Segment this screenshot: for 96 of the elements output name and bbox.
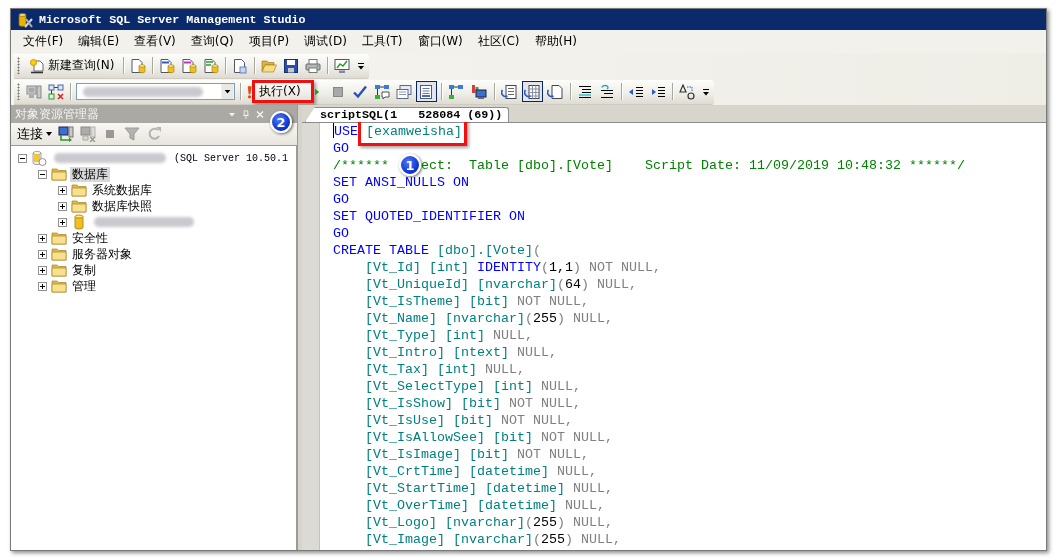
new-query-button[interactable]: 新建查询(N) [26, 57, 118, 74]
menu-item[interactable]: 工具(T) [354, 31, 410, 52]
code-line: [Vt_CrtTime] [datetime] NULL, [365, 464, 597, 479]
expand-icon[interactable] [58, 185, 67, 195]
text-cursor [333, 123, 334, 138]
connection-error-icon[interactable] [48, 83, 64, 100]
comment-lines-icon[interactable] [576, 83, 593, 100]
code-line: [Vt_UniqueId] [nvarchar](64) NULL, [365, 277, 637, 292]
code-line: CREATE TABLE [dbo].[Vote]( [333, 243, 541, 258]
shapes-arrow-icon[interactable] [678, 83, 695, 100]
panel-title: 对象资源管理器 [15, 105, 100, 123]
window-title: Microsoft SQL Server Management Studio [39, 12, 306, 27]
new-query-icon [29, 57, 45, 74]
code-line: SET ANSI_NULLS ON [333, 175, 469, 190]
app-icon [17, 11, 33, 28]
database-icon [71, 214, 87, 230]
document-icon[interactable] [232, 57, 249, 74]
server-icon [31, 150, 47, 166]
code-line: [Vt_OverTime] [datetime] NULL, [365, 498, 605, 513]
document-database-icon[interactable] [130, 57, 147, 74]
folder-icon [51, 166, 67, 182]
menu-item[interactable]: 社区(C) [470, 31, 527, 52]
tree-item[interactable]: (SQL Server 10.50.1 [172, 152, 291, 164]
check-icon[interactable] [351, 83, 368, 100]
open-folder-icon[interactable] [261, 57, 278, 74]
menu-item[interactable]: 帮助(H) [527, 31, 584, 52]
tree-item[interactable]: 数据库 [70, 166, 110, 182]
menu-item[interactable]: 窗口(W) [410, 31, 470, 52]
document-database-icon[interactable] [159, 57, 176, 74]
code-line: [Vt_Image] [nvarchar](255) NULL, [365, 532, 621, 547]
code-line: [Vt_IsImage] [bit] NOT NULL, [365, 447, 589, 462]
tree-item[interactable]: 管理 [70, 278, 98, 294]
tree-item[interactable]: 服务器对象 [70, 246, 134, 262]
folder-icon [51, 278, 67, 294]
menu-item[interactable]: 文件(F) [16, 31, 71, 52]
toolbar-grip[interactable] [17, 83, 20, 100]
folder-icon [51, 246, 67, 262]
menu-item[interactable]: 项目(P) [241, 31, 297, 52]
flowchart-bubble-icon[interactable] [373, 83, 390, 100]
code-text: USE [334, 124, 358, 139]
expand-icon[interactable] [58, 201, 67, 211]
code-line: [Vt_Name] [nvarchar](255) NULL, [365, 311, 613, 326]
collapse-icon[interactable] [38, 169, 47, 179]
uncomment-lines-icon[interactable] [598, 83, 615, 100]
code-line: GO [333, 141, 349, 156]
code-line: [Vt_IsShow] [bit] NOT NULL, [365, 396, 581, 411]
number-badge: 2 [270, 111, 292, 133]
code-line: [Vt_Logo] [nvarchar](255) NULL, [365, 515, 613, 530]
tree-item[interactable]: 系统数据库 [90, 182, 154, 198]
folder-icon [51, 230, 67, 246]
code-line: [Vt_IsTheme] [bit] NOT NULL, [365, 294, 589, 309]
code-line: [Vt_StartTime] [datetime] NULL, [365, 481, 613, 496]
tree-item[interactable]: 数据库快照 [90, 198, 154, 214]
code-text: /****** [333, 158, 389, 173]
number-badge: 1 [399, 154, 421, 177]
expand-icon[interactable] [38, 265, 47, 275]
connect-button[interactable]: 连接 [15, 125, 55, 143]
code-line: [Vt_IsAllowSee] [bit] NOT NULL, [365, 430, 613, 445]
code-line: [Vt_Intro] [ntext] NULL, [365, 345, 557, 360]
expand-icon[interactable] [58, 217, 67, 227]
code-line: [Vt_SelectType] [int] NULL, [365, 379, 581, 394]
code-line: [Vt_Id] [int] IDENTITY(1,1) NOT NULL, [365, 260, 661, 275]
execute-button[interactable]: 执行(X) [255, 83, 311, 100]
save-icon[interactable] [283, 57, 300, 74]
tree-item[interactable]: 安全性 [70, 230, 110, 246]
code-text: ect: Table [dbo].[Vote] Script Date: 11/09/2019 10:48:32 ******/ [421, 158, 965, 173]
print-icon[interactable] [305, 57, 322, 74]
computer-connect-icon[interactable] [58, 126, 74, 142]
grid-results-icon[interactable] [521, 81, 543, 102]
computer-icon[interactable] [26, 83, 42, 100]
document-database-icon[interactable] [181, 57, 198, 74]
tree-item[interactable]: 复制 [70, 262, 98, 278]
code-line: GO [333, 192, 349, 207]
expand-icon[interactable] [38, 249, 47, 259]
collapse-icon[interactable] [18, 153, 27, 163]
menu-item[interactable]: 编辑(E) [71, 31, 127, 52]
code-line: [Vt_IsUse] [bit] NOT NULL, [365, 413, 573, 428]
expand-icon[interactable] [38, 233, 47, 243]
document-database-icon[interactable] [203, 57, 220, 74]
menu-item[interactable]: 调试(D) [297, 31, 354, 52]
folder-icon [51, 262, 67, 278]
code-line: [Vt_Tax] [int] NULL, [365, 362, 525, 377]
menu-item[interactable]: 查询(Q) [183, 31, 241, 52]
code-line: [Vt_Type] [int] NULL, [365, 328, 533, 343]
menu-item[interactable]: 查看(V) [127, 31, 183, 52]
exclamation-icon[interactable] [246, 83, 253, 100]
code-line: SET QUOTED_IDENTIFIER ON [333, 209, 525, 224]
code-line: GO [333, 226, 349, 241]
caret-icon [46, 132, 52, 136]
expand-icon[interactable] [38, 281, 47, 291]
chart-icon[interactable] [334, 57, 351, 74]
folder-icon [71, 182, 87, 198]
toolbar-grip[interactable] [17, 57, 20, 74]
folder-icon [71, 198, 87, 214]
windows-icon[interactable] [395, 83, 412, 100]
document-lines-icon[interactable] [415, 81, 437, 102]
